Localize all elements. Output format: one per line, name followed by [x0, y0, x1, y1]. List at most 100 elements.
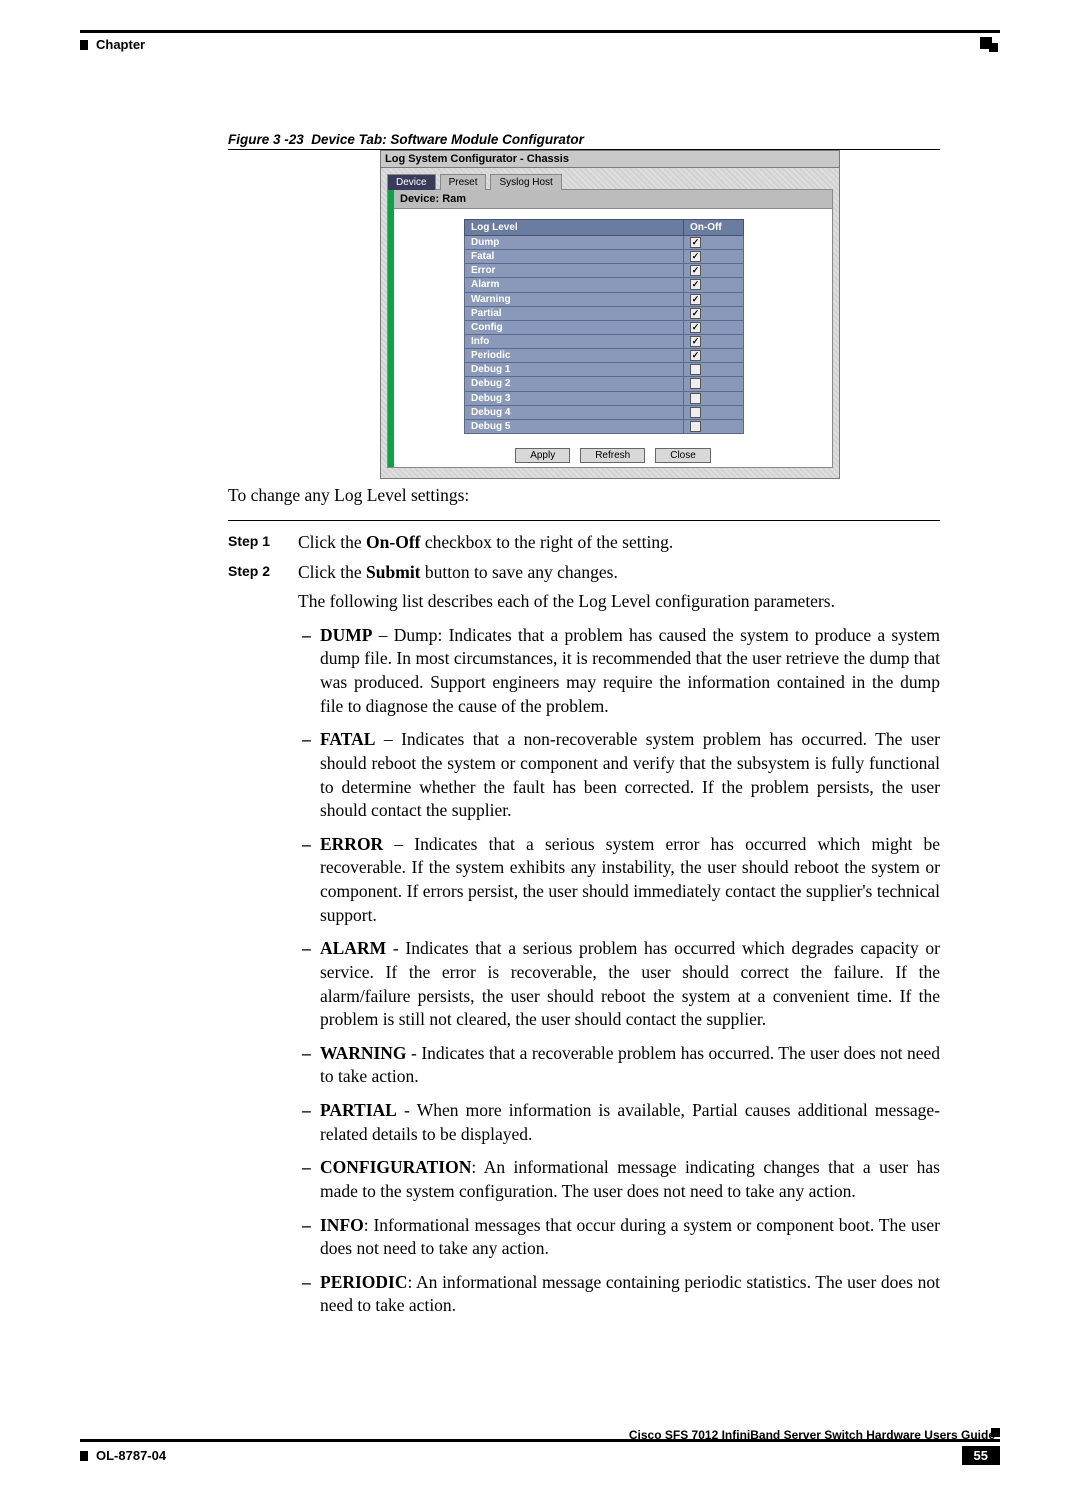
definition-item: DUMP – Dump: Indicates that a problem ha… — [298, 624, 940, 719]
definition-item: FATAL – Indicates that a non-recoverable… — [298, 728, 940, 823]
close-button[interactable]: Close — [655, 448, 711, 463]
log-level-name: Debug 4 — [465, 405, 684, 419]
footer-square-icon — [991, 1428, 1000, 1437]
log-level-name: Info — [465, 334, 684, 348]
log-level-checkbox-cell: ✓ — [684, 349, 744, 363]
running-header: Chapter — [80, 37, 1000, 52]
log-level-row: Debug 4 — [465, 405, 744, 419]
log-level-row: Fatal ✓ — [465, 250, 744, 264]
log-level-checkbox-cell: ✓ — [684, 292, 744, 306]
definition-term: PERIODIC — [320, 1272, 408, 1292]
step-2-text-post: button to save any changes. — [421, 562, 618, 582]
tab-syslog-host[interactable]: Syslog Host — [490, 174, 561, 190]
step-1-bold: On-Off — [366, 532, 420, 552]
footer-doc-id: OL-8787-04 — [96, 1448, 166, 1463]
log-level-definitions: DUMP – Dump: Indicates that a problem ha… — [298, 624, 940, 1318]
on-off-checkbox[interactable]: ✓ — [690, 336, 701, 347]
log-level-name: Debug 1 — [465, 363, 684, 377]
log-level-row: Warning ✓ — [465, 292, 744, 306]
definition-item: WARNING - Indicates that a recoverable p… — [298, 1042, 940, 1089]
step-1-text-pre: Click the — [298, 532, 366, 552]
definition-separator: – — [372, 625, 393, 645]
log-level-row: Info ✓ — [465, 334, 744, 348]
step-2-bold: Submit — [366, 562, 420, 582]
log-level-checkbox-cell: ✓ — [684, 320, 744, 334]
definition-separator: - — [386, 938, 405, 958]
on-off-checkbox[interactable]: ✓ — [690, 308, 701, 319]
log-level-row: Debug 5 — [465, 419, 744, 433]
footer-bullet-icon — [80, 1451, 88, 1461]
log-level-checkbox-cell — [684, 405, 744, 419]
apply-button[interactable]: Apply — [515, 448, 570, 463]
step-1: Step 1 Click the On-Off checkbox to the … — [228, 531, 940, 555]
step-2: Step 2 Click the Submit button to save a… — [228, 561, 940, 1329]
definition-item: PARTIAL - When more information is avail… — [298, 1099, 940, 1146]
tab-device[interactable]: Device — [387, 174, 436, 190]
log-level-checkbox-cell: ✓ — [684, 334, 744, 348]
definition-item: CONFIGURATION: An informational message … — [298, 1156, 940, 1203]
definition-term: WARNING — [320, 1043, 407, 1063]
step-2-label: Step 2 — [228, 561, 298, 1329]
definition-text: Indicates that a non-recoverable system … — [320, 729, 940, 820]
configurator-window: Log System Configurator - Chassis Device… — [380, 150, 840, 479]
definition-term: ERROR — [320, 834, 383, 854]
header-square-icon-small — [989, 43, 998, 52]
log-level-name: Fatal — [465, 250, 684, 264]
on-off-checkbox[interactable]: ✓ — [690, 279, 701, 290]
tab-preset[interactable]: Preset — [440, 174, 487, 190]
log-level-name: Debug 2 — [465, 377, 684, 391]
log-level-name: Debug 3 — [465, 391, 684, 405]
step-1-text-post: checkbox to the right of the setting. — [421, 532, 674, 552]
figure-number: Figure 3 -23 — [228, 132, 304, 147]
log-level-name: Warning — [465, 292, 684, 306]
running-footer: OL-8787-04 55 — [80, 1446, 1000, 1465]
log-level-row: Debug 3 — [465, 391, 744, 405]
on-off-checkbox[interactable]: ✓ — [690, 265, 701, 276]
on-off-checkbox[interactable]: ✓ — [690, 322, 701, 333]
tab-bar: Device Preset Syslog Host — [387, 174, 833, 190]
definition-separator: - — [397, 1100, 417, 1120]
log-level-name: Debug 5 — [465, 419, 684, 433]
log-level-row: Alarm ✓ — [465, 278, 744, 292]
log-level-name: Alarm — [465, 278, 684, 292]
figure-title: Device Tab: Software Module Configurator — [311, 132, 584, 147]
definition-text: Informational messages that occur during… — [320, 1215, 940, 1259]
on-off-checkbox[interactable] — [690, 364, 701, 375]
definition-separator: - — [407, 1043, 422, 1063]
refresh-button[interactable]: Refresh — [580, 448, 645, 463]
definition-term: FATAL — [320, 729, 375, 749]
log-level-checkbox-cell — [684, 391, 744, 405]
on-off-checkbox[interactable]: ✓ — [690, 294, 701, 305]
log-level-row: Error✓ — [465, 264, 744, 278]
log-level-row: Dump✓ — [465, 236, 744, 250]
header-rule — [80, 30, 1000, 33]
log-level-name: Config — [465, 320, 684, 334]
on-off-checkbox[interactable] — [690, 378, 701, 389]
on-off-checkbox[interactable]: ✓ — [690, 237, 701, 248]
on-off-checkbox[interactable]: ✓ — [690, 350, 701, 361]
definition-separator: : — [471, 1157, 483, 1177]
on-off-checkbox[interactable] — [690, 393, 701, 404]
definition-item: ERROR – Indicates that a serious system … — [298, 833, 940, 928]
on-off-checkbox[interactable] — [690, 407, 701, 418]
steps-rule — [228, 520, 940, 521]
definition-term: ALARM — [320, 938, 386, 958]
log-level-checkbox-cell: ✓ — [684, 236, 744, 250]
log-level-checkbox-cell: ✓ — [684, 306, 744, 320]
figure-caption: Figure 3 -23 Device Tab: Software Module… — [228, 132, 940, 150]
on-off-checkbox[interactable] — [690, 421, 701, 432]
log-level-checkbox-cell: ✓ — [684, 278, 744, 292]
log-level-checkbox-cell — [684, 377, 744, 391]
chapter-label: Chapter — [96, 37, 145, 52]
definition-separator: : — [364, 1215, 374, 1235]
device-label: Device: Ram — [394, 190, 832, 209]
log-level-checkbox-cell — [684, 419, 744, 433]
definition-separator: – — [383, 834, 414, 854]
col-log-level: Log Level — [465, 220, 684, 236]
on-off-checkbox[interactable]: ✓ — [690, 251, 701, 262]
page-number: 55 — [962, 1446, 1000, 1465]
definition-item: ALARM - Indicates that a serious problem… — [298, 937, 940, 1032]
log-level-name: Partial — [465, 306, 684, 320]
log-level-table: Log Level On-Off Dump✓Fatal✓Error✓Alarm✓… — [464, 219, 744, 434]
log-level-row: Debug 1 — [465, 363, 744, 377]
